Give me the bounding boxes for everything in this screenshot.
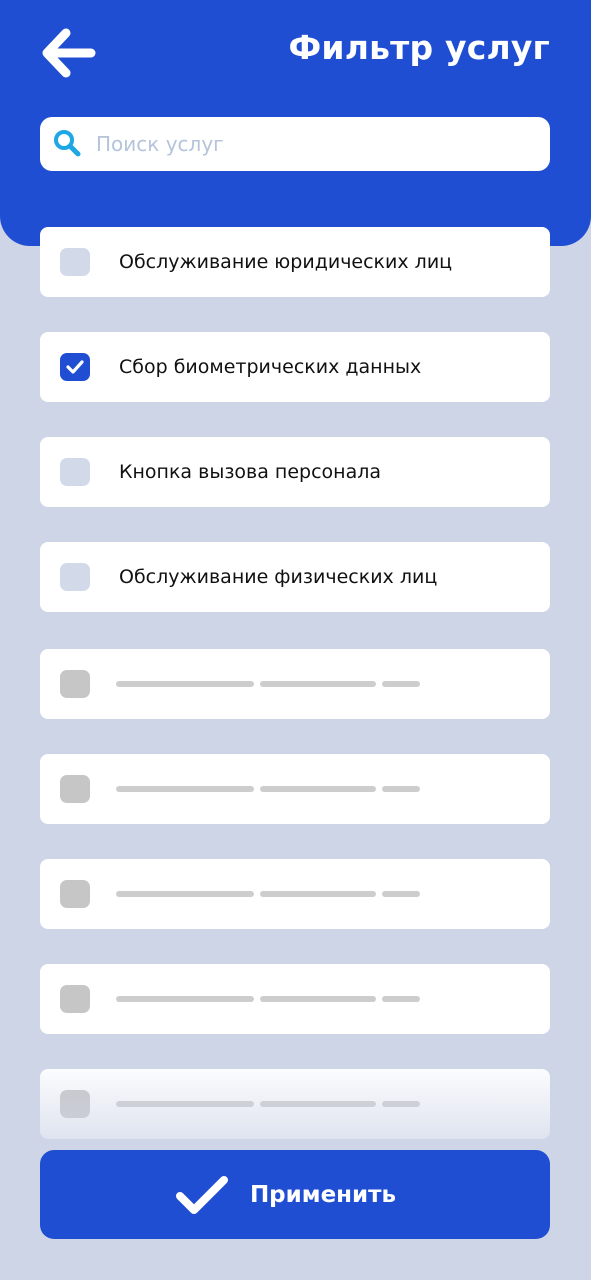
check-icon — [176, 1176, 228, 1214]
service-label: Обслуживание юридических лиц — [119, 251, 453, 273]
service-item[interactable]: Кнопка вызова персонала — [40, 437, 550, 507]
placeholder-item — [40, 859, 550, 929]
placeholder-item — [40, 649, 550, 719]
search-icon — [40, 117, 96, 171]
page-title: Фильтр услуг — [288, 28, 550, 67]
placeholder-checkbox — [60, 880, 90, 908]
arrow-left-icon — [42, 28, 96, 78]
placeholder-lines — [116, 1101, 426, 1107]
placeholder-lines — [116, 891, 426, 897]
placeholder-item — [40, 754, 550, 824]
back-button[interactable] — [36, 24, 100, 82]
service-item[interactable]: Обслуживание юридических лиц — [40, 227, 550, 297]
service-label: Сбор биометрических данных — [119, 356, 422, 378]
placeholder-checkbox — [60, 1090, 90, 1118]
apply-button[interactable]: Применить — [40, 1150, 550, 1239]
checkbox[interactable] — [60, 458, 90, 486]
search-input[interactable] — [96, 117, 550, 171]
service-item[interactable]: Сбор биометрических данных — [40, 332, 550, 402]
placeholder-item — [40, 1069, 550, 1139]
check-icon — [66, 360, 84, 374]
placeholder-lines — [116, 786, 426, 792]
service-label: Кнопка вызова персонала — [119, 461, 382, 483]
header: Фильтр услуг — [0, 0, 591, 246]
checkbox[interactable] — [60, 563, 90, 591]
placeholder-item — [40, 964, 550, 1034]
apply-label: Применить — [249, 1181, 397, 1208]
service-item[interactable]: Обслуживание физических лиц — [40, 542, 550, 612]
placeholder-lines — [116, 681, 426, 687]
placeholder-checkbox — [60, 985, 90, 1013]
service-label: Обслуживание физических лиц — [119, 566, 438, 588]
checkbox[interactable] — [60, 353, 90, 381]
placeholder-checkbox — [60, 775, 90, 803]
checkbox[interactable] — [60, 248, 90, 276]
search-bar[interactable] — [40, 117, 550, 171]
placeholder-checkbox — [60, 670, 90, 698]
placeholder-lines — [116, 996, 426, 1002]
